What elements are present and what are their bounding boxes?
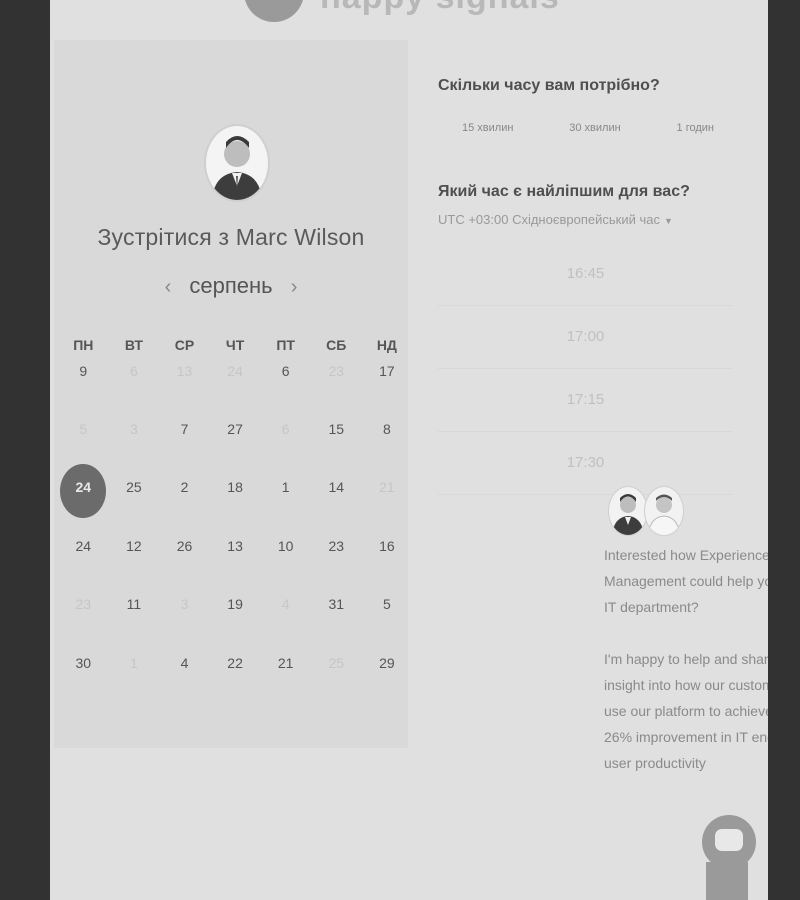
month-navigation: ‹ серпень › — [54, 273, 408, 299]
logo-text: happy signals — [320, 0, 560, 17]
calendar-panel: Зустрітися з Marc Wilson ‹ серпень › ПН … — [54, 40, 408, 748]
calendar-day: 13 — [176, 363, 193, 379]
calendar-day[interactable]: 22 — [210, 655, 261, 671]
calendar-day[interactable]: 7 — [159, 421, 210, 437]
calendar-week: 9 6 13 24 6 23 17 — [58, 363, 414, 379]
weekday-label: НД — [376, 337, 397, 353]
time-slot[interactable]: 16:45 — [438, 243, 733, 306]
calendar-week: 23 11 3 19 4 31 5 — [58, 596, 414, 612]
calendar-day[interactable]: 30 — [58, 655, 109, 671]
host-title: Зустрітися з Marc Wilson — [97, 224, 365, 250]
calendar-day: 21 — [379, 479, 395, 495]
calendar-day[interactable]: 27 — [210, 421, 261, 437]
calendar-week: 5 3 7 27 6 15 8 — [58, 421, 414, 437]
duration-option-30[interactable]: 30 хвилин — [569, 122, 620, 134]
calendar-day[interactable]: 5 — [362, 596, 413, 612]
calendar-day[interactable]: 10 — [260, 538, 311, 554]
calendar-day[interactable]: 15 — [311, 421, 362, 437]
calendar-day: 6 — [281, 421, 290, 437]
weekday-label: СР — [174, 337, 195, 353]
calendar-day: 23 — [328, 363, 345, 379]
duration-option-15[interactable]: 15 хвилин — [462, 122, 513, 134]
calendar-day[interactable]: 21 — [260, 655, 311, 671]
chat-message-paragraph: Interested how Experience Management cou… — [604, 547, 768, 615]
weekday-label: ПТ — [276, 337, 295, 353]
chat-launcher-tab[interactable] — [706, 862, 748, 900]
calendar-day[interactable]: 13 — [210, 538, 261, 554]
chat-message: Interested how Experience Management cou… — [604, 542, 768, 776]
calendar-day: 24 — [227, 363, 243, 379]
calendar-day[interactable]: 6 — [260, 363, 311, 379]
calendar-day[interactable]: 8 — [362, 421, 413, 437]
calendar-week: 24 12 26 13 10 23 16 — [58, 538, 414, 554]
calendar-week: 30 1 4 22 21 25 29 — [58, 655, 414, 671]
chat-avatars — [608, 486, 684, 536]
time-slot[interactable]: 17:30 — [438, 432, 733, 495]
calendar-day[interactable]: 18 — [210, 479, 261, 495]
time-slot-list: 16:45 17:00 17:15 17:30 — [438, 243, 733, 495]
chat-launcher-button[interactable] — [702, 815, 756, 869]
chat-bubble-icon — [715, 829, 743, 851]
calendar-day[interactable]: 1 — [260, 479, 311, 495]
calendar-day: 6 — [129, 363, 138, 379]
calendar-day[interactable]: 25 — [109, 479, 160, 495]
calendar-day: 5 — [79, 421, 88, 437]
weekday-label: ВТ — [124, 337, 143, 353]
calendar-day[interactable]: 2 — [159, 479, 210, 495]
chat-agent-avatar — [608, 486, 648, 536]
weekday-label: СБ — [326, 337, 347, 353]
time-slot[interactable]: 17:00 — [438, 306, 733, 369]
prev-month-button[interactable]: ‹ — [153, 276, 184, 298]
selected-day-label: 24 — [75, 479, 92, 495]
caret-down-icon: ▼ — [663, 216, 673, 226]
calendar-day: 25 — [328, 655, 345, 671]
calendar-day: 3 — [180, 596, 189, 612]
calendar-day: 4 — [281, 596, 290, 612]
timezone-label: UTC +03:00 Східноєвропейський час — [438, 212, 660, 227]
calendar-day[interactable]: 16 — [362, 538, 413, 554]
duration-question: Скільки часу вам потрібно? — [438, 77, 660, 94]
next-month-button[interactable]: › — [279, 276, 310, 298]
weekday-label: ПН — [73, 337, 94, 353]
time-question: Який час є найліпшим для вас? — [438, 183, 690, 200]
duration-options: 15 хвилин 30 хвилин 1 годин — [438, 122, 738, 134]
chat-message-paragraph: I'm happy to help and share insight into… — [604, 651, 768, 771]
calendar-day[interactable]: 14 — [311, 479, 362, 495]
calendar-day-selected[interactable]: 24 — [58, 464, 109, 518]
calendar-day: 3 — [129, 421, 138, 437]
weekday-header: ПН ВТ СР ЧТ ПТ СБ НД — [58, 337, 414, 353]
logo-icon — [244, 0, 304, 22]
calendar-day[interactable]: 4 — [159, 655, 210, 671]
calendar-day[interactable]: 23 — [311, 538, 362, 554]
calendar-day: 1 — [129, 655, 138, 671]
calendar-day[interactable]: 17 — [362, 363, 413, 379]
calendar-day[interactable]: 24 — [58, 538, 109, 554]
weekday-label: ЧТ — [225, 337, 245, 353]
calendar-day[interactable]: 31 — [311, 596, 362, 612]
month-label: серпень — [189, 273, 273, 298]
calendar-day[interactable]: 26 — [159, 538, 210, 554]
calendar-day[interactable]: 29 — [362, 655, 413, 671]
calendar-day[interactable]: 19 — [210, 596, 261, 612]
timezone-select[interactable]: UTC +03:00 Східноєвропейський час ▼ — [438, 212, 673, 227]
duration-option-60[interactable]: 1 годин — [677, 122, 714, 134]
chat-agent-avatar — [644, 486, 684, 536]
calendar-day[interactable]: 11 — [109, 596, 160, 612]
time-slot[interactable]: 17:15 — [438, 369, 733, 432]
calendar-day[interactable]: 12 — [109, 538, 160, 554]
calendar-day: 23 — [75, 596, 92, 612]
host-avatar — [204, 124, 270, 202]
calendar-week: 24 25 2 18 1 14 21 — [58, 464, 414, 518]
page: happy signals Зустрітися з Marc Wilson ‹… — [50, 0, 768, 900]
calendar-day[interactable]: 9 — [58, 363, 109, 379]
